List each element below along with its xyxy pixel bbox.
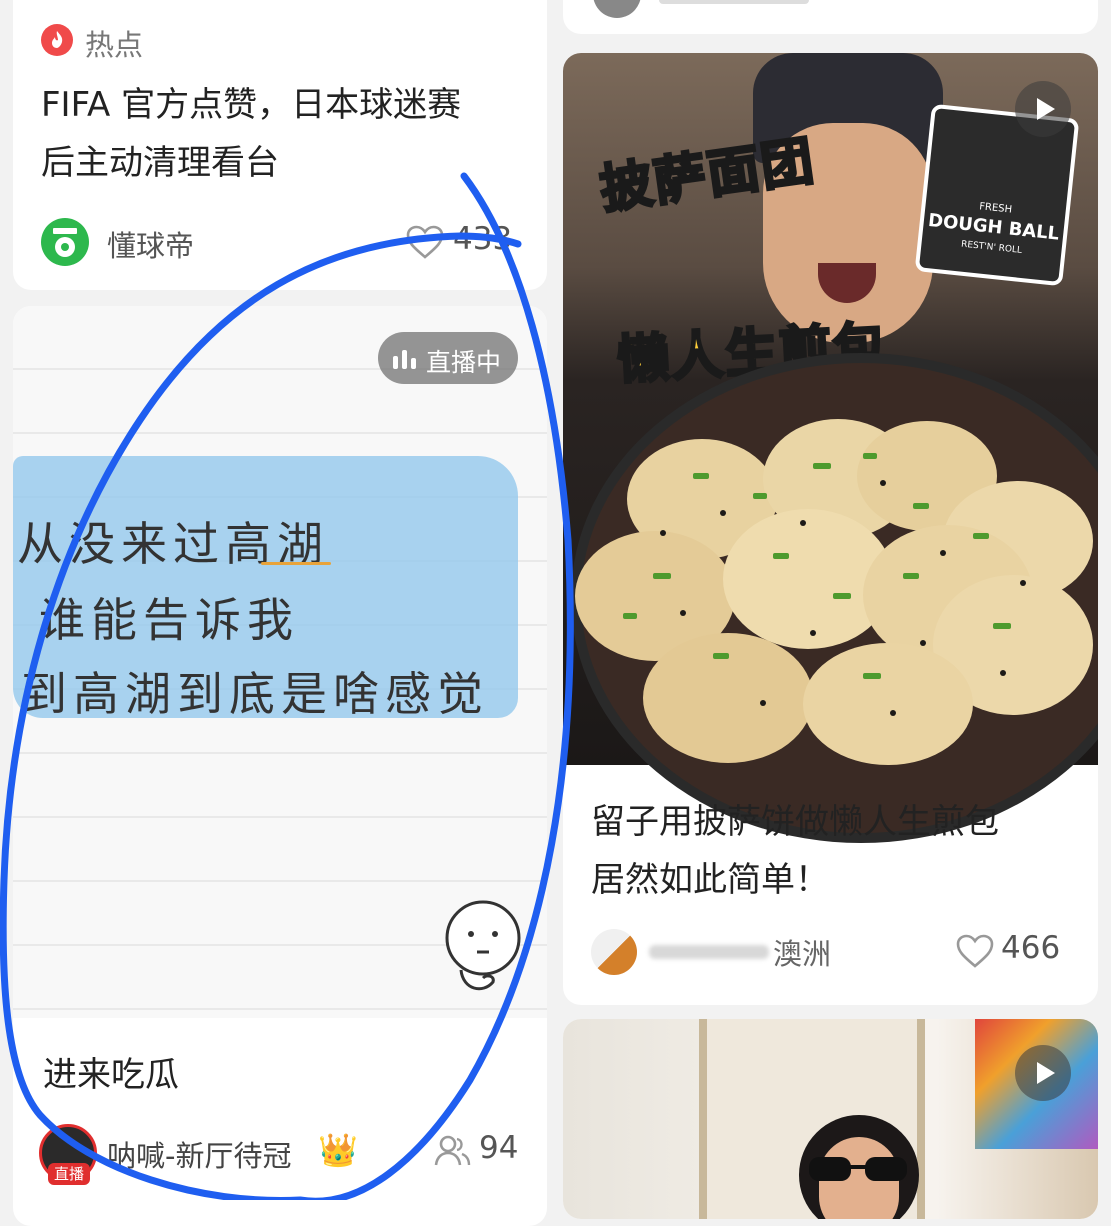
food-title-line1: 留子用披萨饼做懒人生煎包 (591, 802, 999, 842)
live-badge: 直播中 (378, 332, 518, 384)
hot-news-title-line2: 后主动清理看台 (41, 143, 279, 183)
hot-news-title-line1: FIFA 官方点赞，日本球迷赛 (41, 85, 462, 125)
hot-news-card[interactable]: 热点 FIFA 官方点赞，日本球迷赛 后主动清理看台 懂球帝 433 (13, 0, 547, 290)
viewers-icon (434, 1135, 471, 1166)
live-stream-card[interactable]: 从没来过高湖 谁能告诉我 到高湖到底是啥感觉 直播中 进来吃瓜 直播 呐喊-新厅… (13, 306, 547, 1226)
live-card-title: 进来吃瓜 (43, 1055, 179, 1095)
author-avatar[interactable] (41, 218, 89, 266)
play-icon[interactable] (1015, 81, 1071, 137)
live-cover-image: 从没来过高湖 谁能告诉我 到高湖到底是啥感觉 直播中 (13, 306, 547, 1018)
note-underline (261, 562, 331, 565)
live-avatar-badge: 直播 (48, 1163, 90, 1185)
hot-badge-label: 热点 (85, 28, 144, 62)
live-badge-label: 直播中 (426, 348, 502, 377)
blurred-author-name (649, 945, 769, 959)
sunglasses-icon (809, 1157, 909, 1183)
food-video-card[interactable]: FRESH DOUGH BALL REST'N' ROLL 披萨面团 懒人生煎包 (563, 53, 1098, 1005)
note-line-2: 谁能告诉我 (39, 593, 299, 647)
food-video-cover: FRESH DOUGH BALL REST'N' ROLL 披萨面团 懒人生煎包 (563, 53, 1098, 843)
fashion-video-cover (563, 1019, 1098, 1219)
play-icon[interactable] (1015, 1045, 1071, 1101)
thinking-face-sticker (445, 900, 521, 991)
like-heart-icon[interactable] (955, 933, 995, 969)
author-name[interactable]: 懂球帝 (107, 223, 194, 265)
crown-emoji: 👑 (318, 1131, 358, 1169)
fashion-video-card[interactable] (563, 1019, 1098, 1219)
food-title-line2: 居然如此简单！ (591, 860, 829, 900)
streamer-avatar[interactable]: 直播 (39, 1124, 97, 1185)
note-line-3: 到高湖到底是啥感觉 (21, 667, 489, 721)
scallion-garnish (623, 453, 1026, 716)
previous-author-name-cutoff (659, 0, 809, 4)
viewer-count: 94 (479, 1130, 519, 1166)
like-heart-icon[interactable] (405, 224, 445, 260)
live-bars-icon (393, 350, 416, 369)
food-author-name[interactable]: 澳洲 (773, 931, 831, 973)
like-count: 433 (453, 221, 513, 257)
streamer-name[interactable]: 呐喊-新厅待冠 (107, 1133, 291, 1175)
previous-author-avatar (593, 0, 641, 18)
hot-badge-icon (41, 24, 73, 56)
previous-card-bottom[interactable] (563, 0, 1098, 34)
food-author-avatar[interactable] (591, 929, 637, 975)
food-like-count: 466 (1001, 930, 1061, 966)
